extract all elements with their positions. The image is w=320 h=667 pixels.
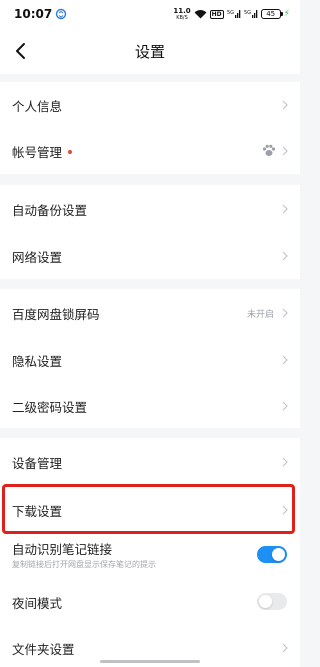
- chevron-right-icon: [282, 100, 288, 110]
- status-indicators: 11.0 KB/S HD 5G 5G 45 ⚡: [173, 6, 290, 22]
- status-bar: 10:07 11.0 KB/S HD 5G 5G 45 ⚡: [0, 0, 300, 28]
- signal-label-a: 5G: [227, 10, 234, 16]
- row-privacy[interactable]: 隐私设置: [0, 336, 300, 383]
- row-label: 文件夹设置: [12, 642, 75, 657]
- notification-dot: [68, 149, 73, 154]
- lock-screen-status: 未开启: [246, 310, 274, 320]
- row-night-mode: 夜间模式: [0, 577, 300, 625]
- signal-label-b: 5G: [244, 10, 251, 16]
- hd-badge: HD: [209, 9, 224, 19]
- row-label: 设备管理: [12, 456, 63, 471]
- row-label-text: 帐号管理: [12, 145, 63, 160]
- row-label: 隐私设置: [12, 354, 63, 369]
- battery-icon: 45: [260, 9, 283, 19]
- chevron-right-icon: [282, 457, 288, 467]
- row-label: 夜间模式: [12, 596, 63, 611]
- signal-icon-2: 5G: [244, 10, 257, 18]
- row-label: 网络设置: [12, 250, 63, 265]
- row-download-settings[interactable]: 下载设置: [0, 485, 300, 533]
- row-label: 自动识别笔记链接: [12, 542, 113, 557]
- net-speed-value: 11.0: [173, 6, 191, 15]
- wifi-icon: [194, 10, 207, 19]
- nav-bar: 设置: [0, 28, 300, 74]
- chevron-right-icon: [282, 308, 288, 318]
- chevron-right-icon: [282, 401, 288, 411]
- row-label: 二级密码设置: [12, 400, 88, 415]
- chevron-right-icon: [282, 251, 288, 261]
- row-label: 自动备份设置: [12, 203, 88, 218]
- net-speed-unit: KB/S: [176, 14, 188, 21]
- chevron-right-icon: [282, 146, 288, 156]
- chevron-right-icon: [282, 505, 288, 515]
- page-title: 设置: [134, 43, 165, 61]
- row-label: 百度网盘锁屏码: [12, 307, 100, 322]
- toggle-knob: [272, 548, 285, 561]
- paw-icon: [262, 144, 276, 156]
- signal-icon: 5G: [227, 10, 240, 18]
- row-auto-backup[interactable]: 自动备份设置: [0, 185, 300, 232]
- chevron-right-icon: [282, 355, 288, 365]
- chevron-right-icon: [282, 204, 288, 214]
- row-secondary-password[interactable]: 二级密码设置: [0, 383, 300, 428]
- row-auto-note-link: 自动识别笔记链接 复制链接后打开网盘显示保存笔记的提示: [0, 533, 300, 577]
- row-label: 下载设置: [12, 504, 63, 519]
- charging-icon: ⚡: [283, 9, 290, 19]
- row-device-management[interactable]: 设备管理: [0, 438, 300, 485]
- row-network-settings[interactable]: 网络设置: [0, 232, 300, 279]
- row-label: 帐号管理: [12, 142, 73, 161]
- night-mode-toggle[interactable]: [257, 593, 287, 610]
- auto-note-link-toggle[interactable]: [257, 546, 287, 563]
- app-notification-icon: [55, 8, 67, 20]
- toggle-knob: [259, 595, 272, 608]
- row-label: 个人信息: [12, 99, 63, 114]
- row-account-management[interactable]: 帐号管理: [0, 128, 300, 174]
- status-time: 10:07: [14, 7, 53, 21]
- row-lock-screen[interactable]: 百度网盘锁屏码 未开启: [0, 289, 300, 336]
- row-personal-info[interactable]: 个人信息: [0, 82, 300, 128]
- chevron-right-icon: [282, 643, 288, 653]
- row-description: 复制链接后打开网盘显示保存笔记的提示: [12, 560, 156, 569]
- home-indicator: [100, 660, 200, 663]
- net-speed: 11.0 KB/S: [173, 6, 191, 21]
